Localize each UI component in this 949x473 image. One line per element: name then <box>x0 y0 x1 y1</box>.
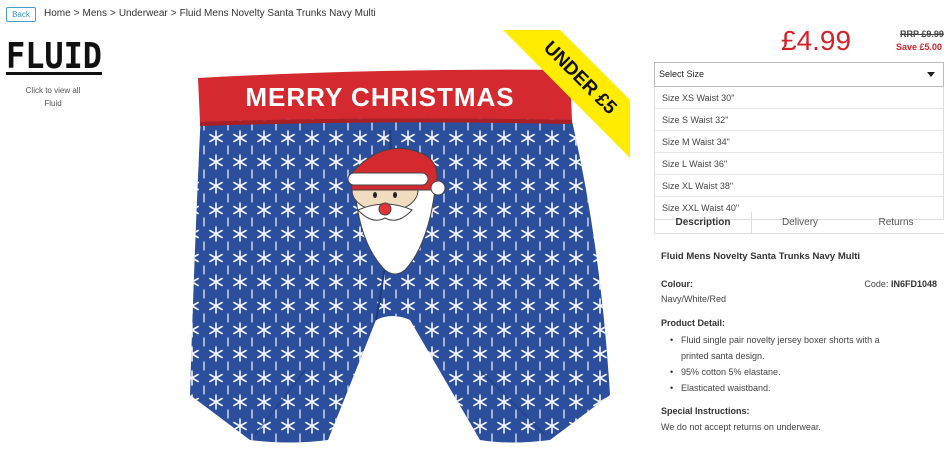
tab-description[interactable]: Description <box>654 212 752 233</box>
size-option-l[interactable]: Size L Waist 36" <box>655 153 943 175</box>
save-amount: Save £5.00 <box>896 42 943 52</box>
price: £4.99 <box>781 25 852 56</box>
product-image[interactable]: MERRY CHRISTMAS UNDER £5 <box>180 30 630 450</box>
tab-returns[interactable]: Returns <box>848 212 944 233</box>
colour-label: Colour: <box>661 279 693 289</box>
waistband-text: MERRY CHRISTMAS <box>245 82 514 112</box>
list-item: 95% cotton 5% elastane. <box>669 364 939 380</box>
view-all-line-2: Fluid <box>44 99 62 108</box>
breadcrumb-separator: > <box>73 8 80 19</box>
size-option-xs[interactable]: Size XS Waist 30" <box>655 87 943 109</box>
size-option-m[interactable]: Size M Waist 34" <box>655 131 943 153</box>
breadcrumb-current: Fluid Mens Novelty Santa Trunks Navy Mul… <box>179 8 376 19</box>
view-all-brand-link[interactable]: Click to view all Fluid <box>6 84 100 110</box>
list-item: Fluid single pair novelty jersey boxer s… <box>669 332 939 364</box>
size-dropdown-list: Size XS Waist 30" Size S Waist 32" Size … <box>654 87 944 220</box>
brand-logo-text: FLUID <box>6 36 102 77</box>
rrp-price: RRP £9.99 <box>900 29 944 39</box>
code-value: IN6FD1048 <box>890 279 937 289</box>
breadcrumb-separator: > <box>170 8 177 19</box>
info-tabs: Description Delivery Returns <box>654 212 944 234</box>
brand-logo[interactable]: FLUID <box>6 35 104 77</box>
product-detail-list: Fluid single pair novelty jersey boxer s… <box>669 332 939 396</box>
special-instructions-value: We do not accept returns on underwear. <box>661 422 821 432</box>
code-label: Code: <box>864 279 889 289</box>
colour-value: Navy/White/Red <box>661 294 727 304</box>
breadcrumb-underwear[interactable]: Underwear <box>119 8 168 19</box>
breadcrumb: Home > Mens > Underwear > Fluid Mens Novelty S… <box>44 8 376 19</box>
breadcrumb-home[interactable]: Home <box>44 8 71 19</box>
chevron-down-icon <box>927 72 935 77</box>
special-instructions-label: Special Instructions: <box>661 406 750 416</box>
breadcrumb-separator: > <box>109 8 116 19</box>
breadcrumb-mens[interactable]: Mens <box>83 8 107 19</box>
tab-delivery[interactable]: Delivery <box>752 212 848 233</box>
size-option-s[interactable]: Size S Waist 32" <box>655 109 943 131</box>
size-option-xl[interactable]: Size XL Waist 38" <box>655 175 943 197</box>
product-title: Fluid Mens Novelty Santa Trunks Navy Mul… <box>661 251 861 262</box>
size-select[interactable]: Select Size <box>654 62 944 87</box>
size-select-value: Select Size <box>659 69 705 79</box>
back-button[interactable]: Back <box>6 7 36 22</box>
product-detail-label: Product Detail: <box>661 318 726 328</box>
view-all-line-1: Click to view all <box>25 86 81 95</box>
list-item: Elasticated waistband. <box>669 380 939 396</box>
product-code: Code: IN6FD1048 <box>864 279 937 289</box>
